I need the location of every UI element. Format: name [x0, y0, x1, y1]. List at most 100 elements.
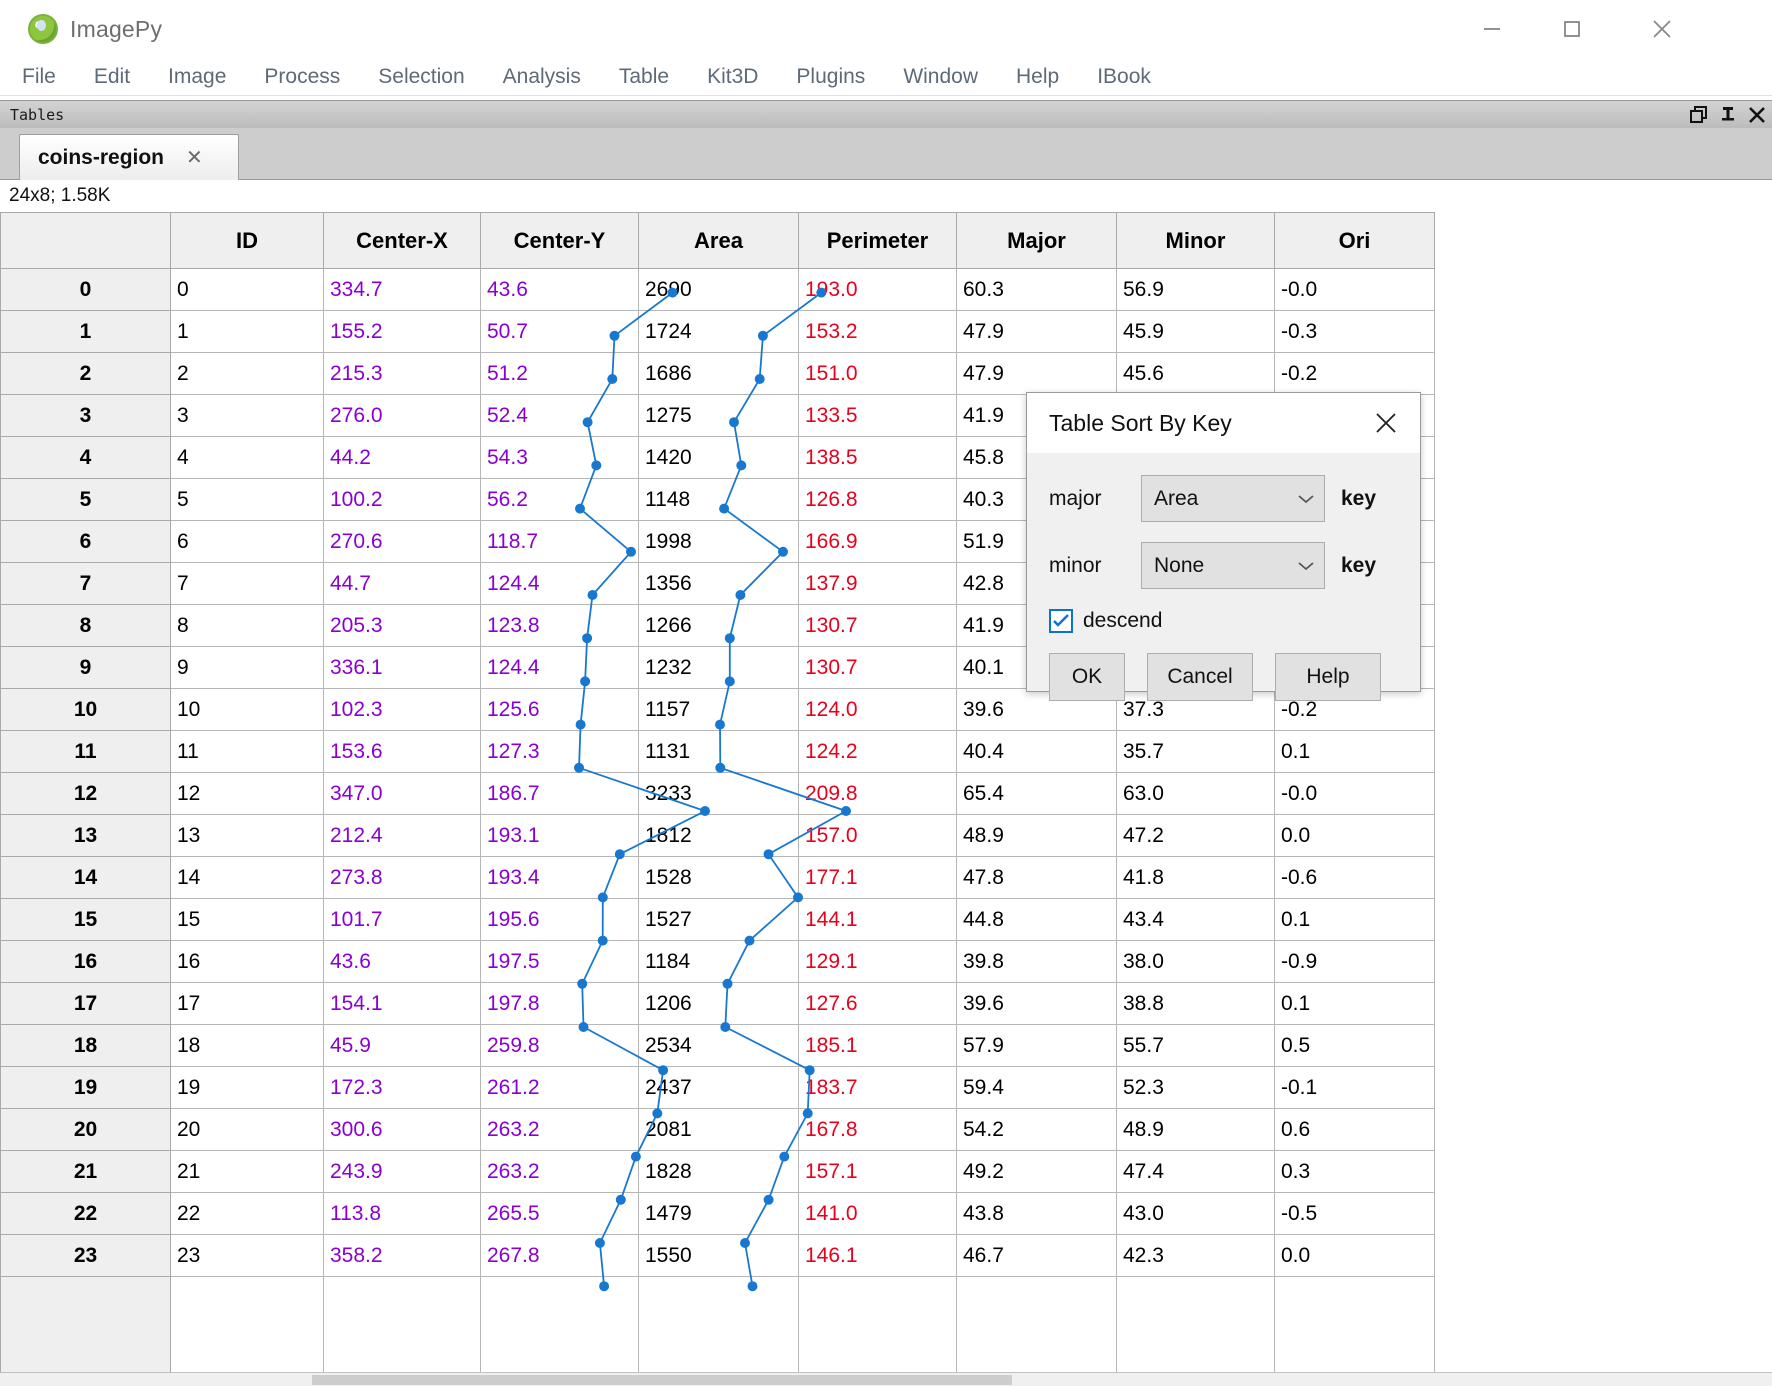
table-row[interactable]: 16 16 43.6 197.5 1184 129.1 39.8 38.0 -0.9	[0, 940, 1435, 983]
cell-center-y[interactable]: 195.6	[480, 898, 639, 941]
cell-area[interactable]: 2081	[638, 1108, 799, 1151]
cell-area[interactable]: 1131	[638, 730, 799, 773]
cell-perimeter[interactable]: 166.9	[798, 520, 957, 563]
cell-major[interactable]: 60.3	[956, 268, 1117, 311]
cell-id[interactable]: 16	[170, 940, 324, 983]
cell-id[interactable]: 5	[170, 478, 324, 521]
cell-area[interactable]: 1232	[638, 646, 799, 689]
cell-area[interactable]: 1479	[638, 1192, 799, 1235]
column-header-minor[interactable]: Minor	[1116, 212, 1275, 269]
row-header[interactable]: 15	[0, 898, 171, 941]
cell-center-y[interactable]: 259.8	[480, 1024, 639, 1067]
cell-id[interactable]: 1	[170, 310, 324, 353]
minimize-button[interactable]	[1452, 0, 1532, 58]
cell-area[interactable]: 1420	[638, 436, 799, 479]
cell-center-x[interactable]: 270.6	[323, 520, 481, 563]
cell-center-y[interactable]: 265.5	[480, 1192, 639, 1235]
cell-center-y[interactable]: 52.4	[480, 394, 639, 437]
cell-id[interactable]: 2	[170, 352, 324, 395]
row-header[interactable]: 5	[0, 478, 171, 521]
descend-checkbox[interactable]	[1049, 609, 1073, 633]
cell-center-x[interactable]: 153.6	[323, 730, 481, 773]
row-header[interactable]: 9	[0, 646, 171, 689]
cell-major[interactable]: 46.7	[956, 1234, 1117, 1277]
cell-minor[interactable]: 45.6	[1116, 352, 1275, 395]
cell-center-y[interactable]: 267.8	[480, 1234, 639, 1277]
cell-id[interactable]: 6	[170, 520, 324, 563]
cell-center-x[interactable]: 100.2	[323, 478, 481, 521]
cell-id[interactable]: 19	[170, 1066, 324, 1109]
cell-center-x[interactable]: 212.4	[323, 814, 481, 857]
menu-item-file[interactable]: File	[12, 65, 66, 89]
row-header[interactable]: 4	[0, 436, 171, 479]
cell-perimeter[interactable]: 130.7	[798, 646, 957, 689]
cell-minor[interactable]: 52.3	[1116, 1066, 1275, 1109]
cell-center-x[interactable]: 215.3	[323, 352, 481, 395]
table-row[interactable]: 17 17 154.1 197.8 1206 127.6 39.6 38.8 0.1	[0, 982, 1435, 1025]
cell-area[interactable]: 1550	[638, 1234, 799, 1277]
row-header[interactable]: 10	[0, 688, 171, 731]
cell-id[interactable]: 20	[170, 1108, 324, 1151]
cell-center-y[interactable]: 193.1	[480, 814, 639, 857]
cell-area[interactable]: 1686	[638, 352, 799, 395]
cell-id[interactable]: 9	[170, 646, 324, 689]
menu-item-plugins[interactable]: Plugins	[786, 65, 875, 89]
cell-perimeter[interactable]: 144.1	[798, 898, 957, 941]
cell-minor[interactable]: 42.3	[1116, 1234, 1275, 1277]
cell-minor[interactable]: 63.0	[1116, 772, 1275, 815]
cell-ori[interactable]: -0.0	[1274, 268, 1435, 311]
cell-major[interactable]: 39.6	[956, 982, 1117, 1025]
column-header-area[interactable]: Area	[638, 212, 799, 269]
cell-perimeter[interactable]: 183.7	[798, 1066, 957, 1109]
table-row[interactable]: 11 11 153.6 127.3 1131 124.2 40.4 35.7 0.1	[0, 730, 1435, 773]
cell-id[interactable]: 3	[170, 394, 324, 437]
cell-id[interactable]: 21	[170, 1150, 324, 1193]
cell-perimeter[interactable]: 209.8	[798, 772, 957, 815]
cell-id[interactable]: 13	[170, 814, 324, 857]
cell-area[interactable]: 1356	[638, 562, 799, 605]
cell-center-x[interactable]: 172.3	[323, 1066, 481, 1109]
menu-item-window[interactable]: Window	[893, 65, 988, 89]
row-header[interactable]: 20	[0, 1108, 171, 1151]
cell-id[interactable]: 12	[170, 772, 324, 815]
cell-id[interactable]: 15	[170, 898, 324, 941]
cell-perimeter[interactable]: 129.1	[798, 940, 957, 983]
cell-center-y[interactable]: 124.4	[480, 646, 639, 689]
row-header[interactable]: 23	[0, 1234, 171, 1277]
cell-perimeter[interactable]: 146.1	[798, 1234, 957, 1277]
cell-ori[interactable]: 0.1	[1274, 898, 1435, 941]
cell-minor[interactable]: 45.9	[1116, 310, 1275, 353]
row-header[interactable]: 21	[0, 1150, 171, 1193]
table-row[interactable]: 19 19 172.3 261.2 2437 183.7 59.4 52.3 -0.1	[0, 1066, 1435, 1109]
cell-center-y[interactable]: 118.7	[480, 520, 639, 563]
cell-minor[interactable]: 38.0	[1116, 940, 1275, 983]
cell-center-x[interactable]: 300.6	[323, 1108, 481, 1151]
row-header[interactable]: 22	[0, 1192, 171, 1235]
row-header[interactable]: 2	[0, 352, 171, 395]
row-header[interactable]: 8	[0, 604, 171, 647]
close-icon[interactable]	[1748, 106, 1766, 124]
row-header[interactable]: 1	[0, 310, 171, 353]
cell-perimeter[interactable]: 157.1	[798, 1150, 957, 1193]
scrollbar-thumb[interactable]	[312, 1375, 1012, 1385]
cell-center-y[interactable]: 263.2	[480, 1150, 639, 1193]
cell-id[interactable]: 17	[170, 982, 324, 1025]
cell-major[interactable]: 43.8	[956, 1192, 1117, 1235]
cell-major[interactable]: 47.9	[956, 352, 1117, 395]
cell-perimeter[interactable]: 124.0	[798, 688, 957, 731]
descend-row[interactable]: descend	[1049, 609, 1398, 633]
major-key-select[interactable]: Area	[1141, 475, 1325, 522]
menu-item-image[interactable]: Image	[158, 65, 236, 89]
cell-minor[interactable]: 47.4	[1116, 1150, 1275, 1193]
cell-id[interactable]: 11	[170, 730, 324, 773]
cell-area[interactable]: 1724	[638, 310, 799, 353]
cell-major[interactable]: 44.8	[956, 898, 1117, 941]
cell-center-y[interactable]: 123.8	[480, 604, 639, 647]
cell-minor[interactable]: 43.4	[1116, 898, 1275, 941]
help-button[interactable]: Help	[1275, 653, 1381, 701]
cell-id[interactable]: 0	[170, 268, 324, 311]
table-row[interactable]: 2 2 215.3 51.2 1686 151.0 47.9 45.6 -0.2	[0, 352, 1435, 395]
cell-center-y[interactable]: 43.6	[480, 268, 639, 311]
cell-perimeter[interactable]: 133.5	[798, 394, 957, 437]
cell-minor[interactable]: 55.7	[1116, 1024, 1275, 1067]
